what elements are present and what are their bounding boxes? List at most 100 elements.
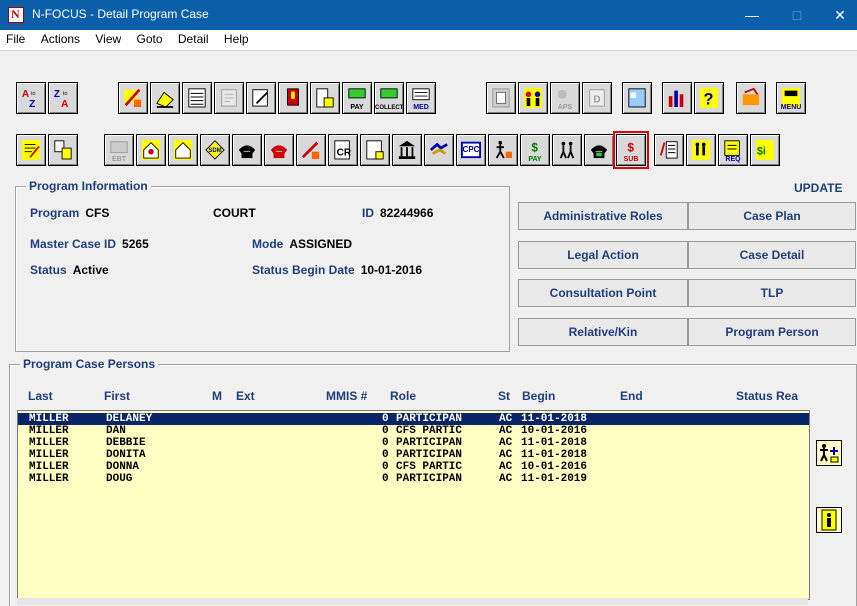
minimize-button[interactable]: —	[737, 4, 767, 26]
med-button[interactable]: MED	[406, 82, 436, 114]
cell-role: PARTICIPAN	[396, 473, 463, 485]
pay-2-button[interactable]: $ PAY	[520, 134, 550, 166]
req-button[interactable]: REQ	[718, 134, 748, 166]
cell-st: AC	[499, 425, 513, 437]
program-person-button[interactable]: Program Person	[688, 318, 856, 346]
pay-button[interactable]: PAY	[342, 82, 372, 114]
column-header-first[interactable]: First	[104, 389, 130, 403]
tool-phone-button[interactable]	[232, 134, 262, 166]
tool-handshake-button[interactable]	[424, 134, 454, 166]
tool-write-button[interactable]	[246, 82, 276, 114]
tool-exit-button[interactable]	[736, 82, 766, 114]
tool-copy-button[interactable]	[486, 82, 516, 114]
main-menu-button[interactable]: MENU	[776, 82, 806, 114]
master-case-field: Master Case ID 5265	[30, 237, 149, 251]
svg-text:Z: Z	[29, 99, 35, 109]
tool-d-button[interactable]: D	[582, 82, 612, 114]
svg-text:CR: CR	[337, 147, 351, 158]
relative-kin-button[interactable]: Relative/Kin	[518, 318, 688, 346]
tool-phone-green-button[interactable]	[584, 134, 614, 166]
column-header-ext[interactable]: Ext	[236, 389, 255, 403]
column-header-status-reason[interactable]: Status Rea	[736, 389, 808, 403]
cell-begin: 11-01-2018	[521, 449, 588, 461]
tool-edit-button[interactable]	[150, 82, 180, 114]
tool-people-button[interactable]	[518, 82, 548, 114]
horizontal-scrollbar[interactable]	[17, 598, 808, 605]
column-header-middle[interactable]: M	[212, 389, 222, 403]
cell-mmis: 0	[382, 461, 389, 473]
table-row[interactable]: MILLER DEBBIE 0 PARTICIPAN AC 11-01-2018	[18, 437, 809, 449]
tool-assign-button[interactable]	[296, 134, 326, 166]
menu-help[interactable]: Help	[218, 30, 255, 46]
walker-icon	[495, 140, 513, 159]
menu-detail[interactable]: Detail	[172, 30, 215, 46]
sort-z-a-button[interactable]: Zto A	[48, 82, 78, 114]
tool-house-button[interactable]	[168, 134, 198, 166]
tool-people2-button[interactable]	[552, 134, 582, 166]
aps-button[interactable]: APS	[550, 82, 580, 114]
tool-checklist-button[interactable]	[654, 134, 684, 166]
tool-chart-button[interactable]	[310, 82, 340, 114]
report-icon	[316, 88, 334, 108]
tool-walker-button[interactable]	[488, 134, 518, 166]
help-button[interactable]: ?	[694, 82, 724, 114]
table-row[interactable]: MILLER DONITA 0 PARTICIPAN AC 11-01-2018	[18, 449, 809, 461]
menu-file[interactable]: File	[0, 30, 31, 46]
collect-button[interactable]: COLLECT	[374, 82, 404, 114]
cell-last: MILLER	[29, 425, 69, 437]
person-info-button[interactable]	[816, 507, 842, 533]
tool-phone-red-button[interactable]	[264, 134, 294, 166]
sub-button[interactable]: $ SUB	[613, 131, 649, 169]
cell-first: DAN	[106, 425, 126, 437]
column-header-begin[interactable]: Begin	[522, 389, 555, 403]
case-plan-button[interactable]: Case Plan	[688, 202, 856, 230]
menu-view[interactable]: View	[89, 30, 127, 46]
cpc-label: CPC	[462, 145, 480, 154]
column-header-st[interactable]: St	[498, 389, 510, 403]
column-header-end[interactable]: End	[620, 389, 643, 403]
tool-court-button[interactable]	[392, 134, 422, 166]
menu-actions[interactable]: Actions	[35, 30, 86, 46]
table-row[interactable]: MILLER DELANEY 0 PARTICIPAN AC 11-01-201…	[18, 413, 809, 425]
legal-action-button[interactable]: Legal Action	[518, 241, 688, 269]
cpc-button[interactable]: CPC	[456, 134, 486, 166]
column-header-last[interactable]: Last	[28, 389, 53, 403]
table-row[interactable]: MILLER DONNA 0 CFS PARTIC AC 10-01-2016	[18, 461, 809, 473]
svg-text:A: A	[22, 89, 29, 100]
ebt-button[interactable]: EBT	[104, 134, 134, 166]
sort-a-z-button[interactable]: Ato Z	[16, 82, 46, 114]
tool-notes-button[interactable]	[16, 134, 46, 166]
tool-family-button[interactable]	[136, 134, 166, 166]
consultation-point-button[interactable]: Consultation Point	[518, 279, 688, 307]
close-button[interactable]: ✕	[825, 4, 855, 26]
table-row[interactable]: MILLER DAN 0 CFS PARTIC AC 10-01-2016	[18, 425, 809, 437]
program-value: CFS	[85, 206, 110, 220]
tool-abc-button[interactable]	[360, 134, 390, 166]
maximize-button[interactable]: □	[782, 4, 812, 26]
tool-workers-button[interactable]	[686, 134, 716, 166]
tool-barchart-button[interactable]	[662, 82, 692, 114]
status-begin-label: Status Begin Date	[252, 263, 355, 277]
tool-form-button[interactable]	[182, 82, 212, 114]
cell-begin: 10-01-2016	[521, 425, 588, 437]
tlp-button[interactable]: TLP	[688, 279, 856, 307]
column-header-role[interactable]: Role	[390, 389, 416, 403]
program-case-persons-list[interactable]: MILLER DELANEY 0 PARTICIPAN AC 11-01-201…	[17, 410, 810, 600]
tool-disabled-button[interactable]	[214, 82, 244, 114]
tool-window-button[interactable]	[622, 82, 652, 114]
column-header-mmis[interactable]: MMIS #	[326, 389, 367, 403]
tool-pen-button[interactable]	[118, 82, 148, 114]
tool-transfer-button[interactable]	[48, 134, 78, 166]
menu-goto[interactable]: Goto	[131, 30, 169, 46]
tool-info-button[interactable]: $i	[750, 134, 780, 166]
sdm-button[interactable]: SDM	[200, 134, 230, 166]
tool-alert-button[interactable]	[278, 82, 308, 114]
case-detail-button[interactable]: Case Detail	[688, 241, 856, 269]
add-person-button[interactable]	[816, 440, 842, 466]
tool-cr-button[interactable]: CR	[328, 134, 358, 166]
table-row[interactable]: MILLER DOUG 0 PARTICIPAN AC 11-01-2019	[18, 473, 809, 485]
administrative-roles-button[interactable]: Administrative Roles	[518, 202, 688, 230]
app-logo-icon	[8, 7, 24, 23]
svg-text:to: to	[31, 91, 36, 97]
status-label: Status	[30, 263, 67, 277]
